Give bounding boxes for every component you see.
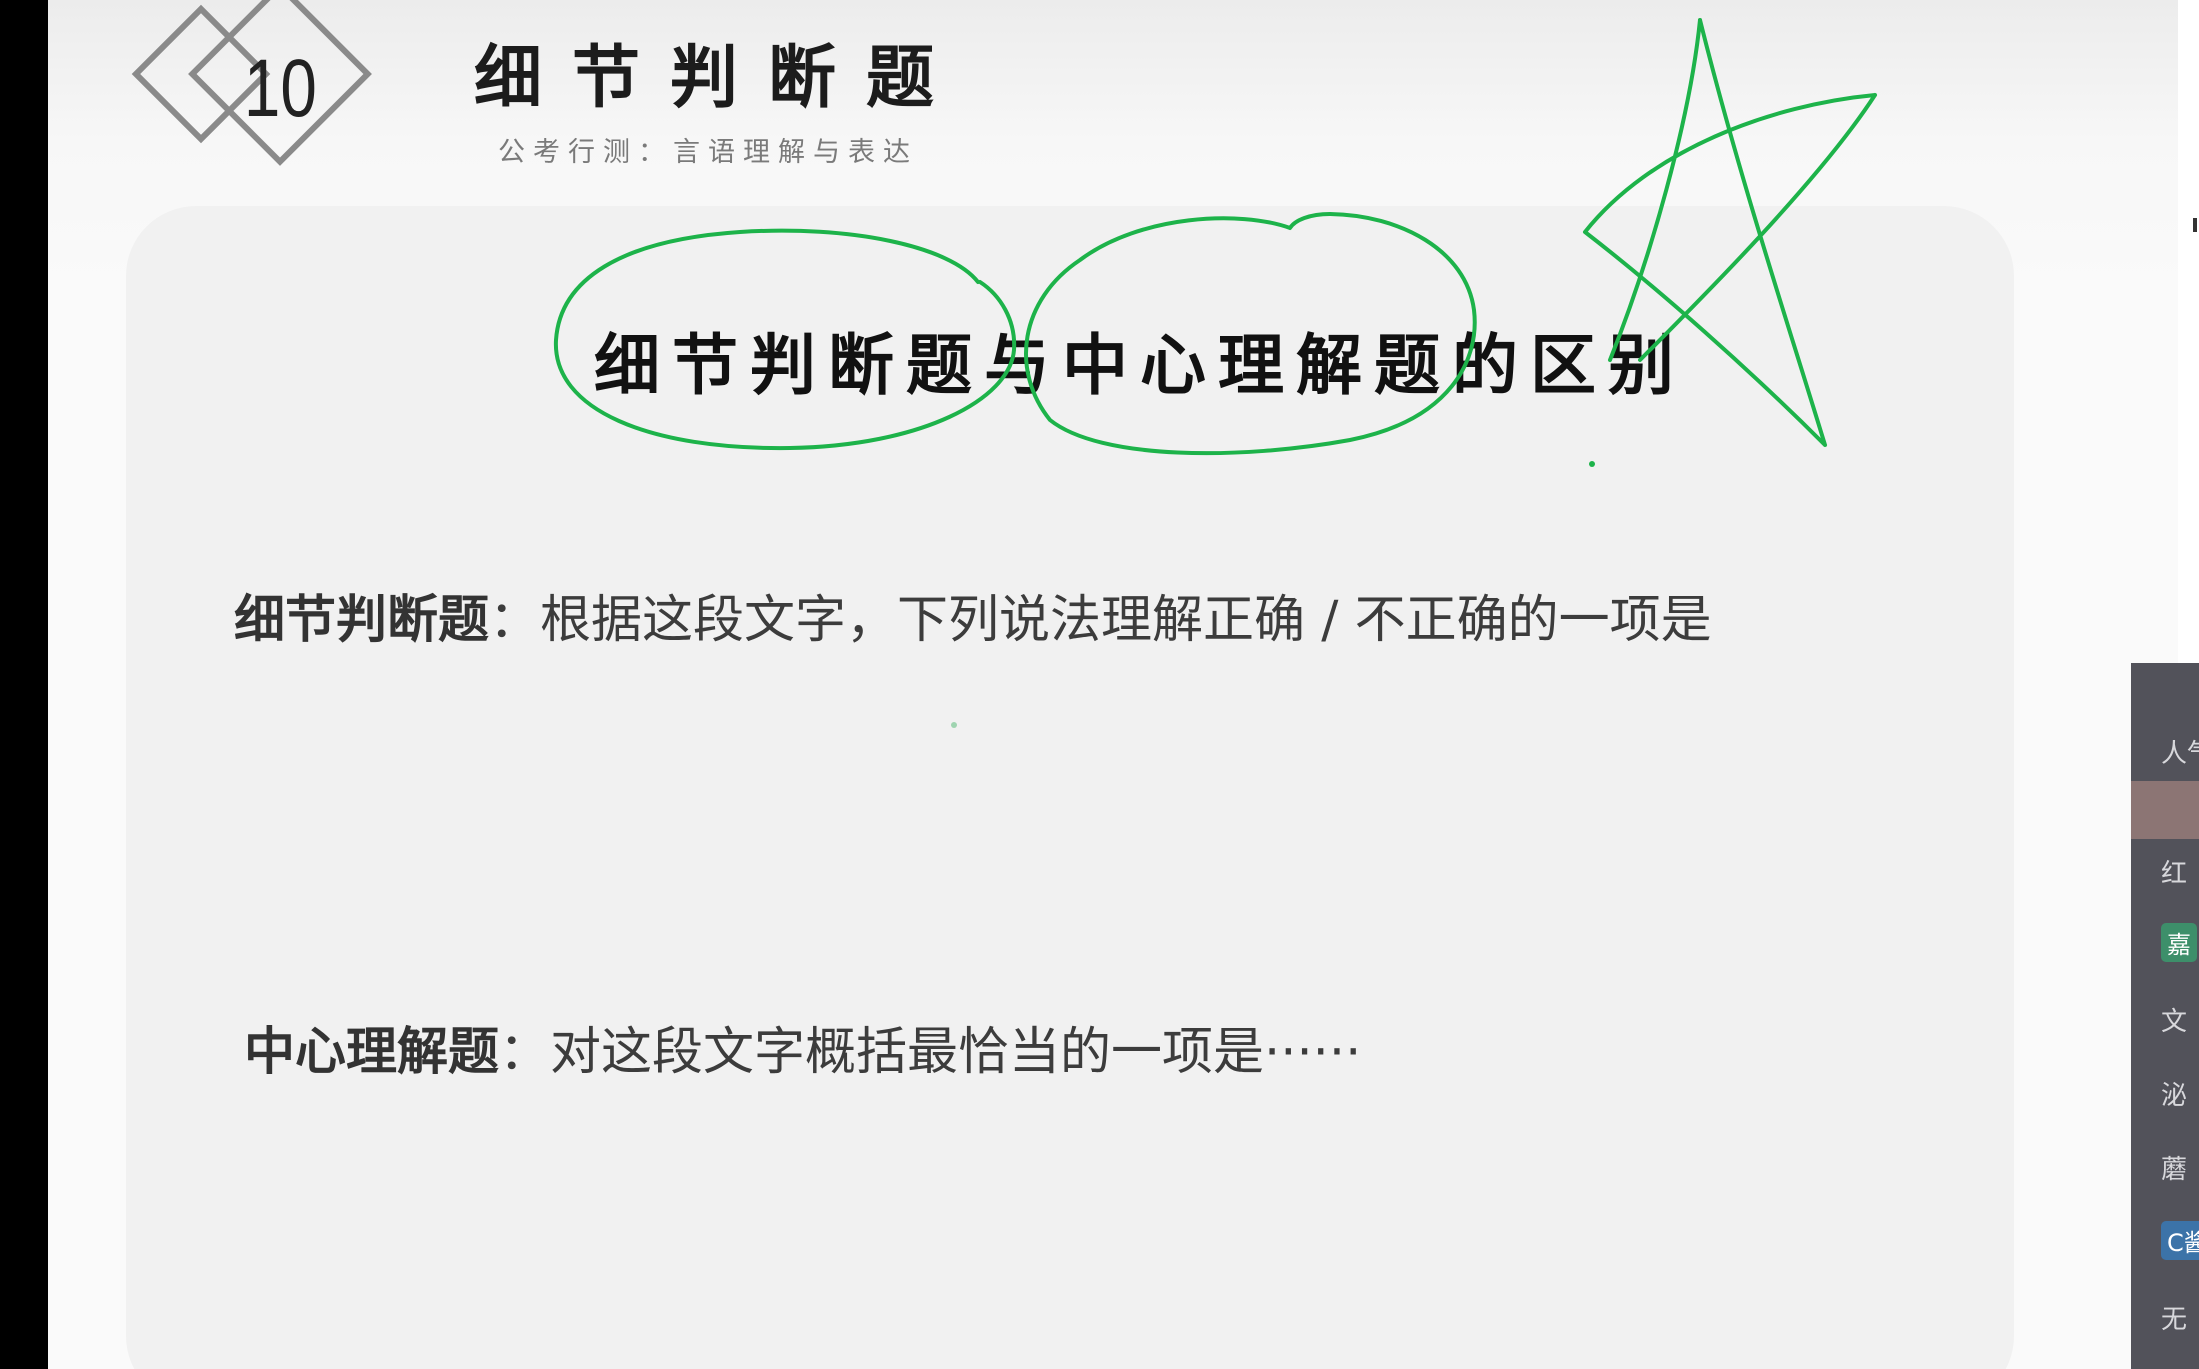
side-panel-highlight-row — [2131, 781, 2199, 839]
center-term: 中心理解题 — [244, 1023, 500, 1082]
side-panel-item[interactable]: 无 — [2161, 1299, 2187, 1336]
detail-question-definition: 细节判断题：根据这段文字，下列说法理解正确 / 不正确的一项是 — [234, 578, 1712, 652]
side-panel-item[interactable]: 人气 — [2161, 733, 2199, 770]
edge-mark — [2193, 218, 2197, 232]
side-panel-item[interactable]: 泌 — [2161, 1075, 2187, 1112]
side-panel-item[interactable]: 蘑 — [2161, 1149, 2187, 1186]
header-subtitle: 公考行测：言语理解与表达 — [498, 137, 918, 168]
screen: 10 细节判断题 公考行测：言语理解与表达 细节判断题与中心理解题的区别 细节判… — [0, 0, 2199, 1369]
center-text: ：对这段文字概括最恰当的一项是······ — [499, 1023, 1362, 1082]
side-panel-item[interactable]: 文 — [2161, 1001, 2187, 1038]
live-chat-side-panel[interactable]: 人气 红 嘉 文 泌 蘑 C酱 无 — [2131, 663, 2199, 1369]
side-panel-item[interactable]: 红 — [2161, 853, 2187, 890]
detail-term: 细节判断题 — [234, 591, 490, 650]
diamond-logo-icon: 10 — [131, 0, 372, 166]
side-panel-badge[interactable]: C酱 — [2161, 1221, 2199, 1260]
left-black-border — [0, 0, 48, 1369]
detail-text: ：根据这段文字，下列说法理解正确 / 不正确的一项是 — [489, 591, 1712, 650]
side-panel-badge[interactable]: 嘉 — [2161, 923, 2197, 962]
header-title: 细节判断题 — [474, 38, 965, 118]
chapter-number: 10 — [244, 42, 317, 134]
center-question-definition: 中心理解题：对这段文字概括最恰当的一项是······ — [244, 1010, 1361, 1084]
slide-heading: 细节判断题与中心理解题的区别 — [594, 326, 1686, 404]
